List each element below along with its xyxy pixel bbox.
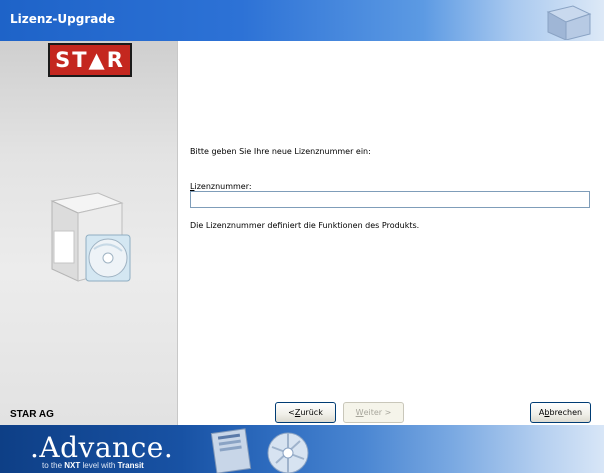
software-box-icon: [50, 192, 131, 282]
cancel-button[interactable]: Ab brechen: [530, 402, 591, 423]
banner-sub-transit: Transit: [117, 461, 144, 470]
description-text: Die Lizenznummer definiert die Funktione…: [190, 221, 420, 230]
license-number-label: Lizenznummer:: [190, 182, 252, 191]
back-button-label: urück: [300, 408, 323, 417]
back-button-prefix: <: [288, 408, 295, 417]
sidebar-panel: ST▲R STAR AG: [0, 41, 178, 425]
next-button[interactable]: Weiter >: [343, 402, 404, 423]
window-title: Lizenz-Upgrade: [10, 12, 116, 26]
title-bar: Lizenz-Upgrade: [0, 0, 604, 41]
license-label-text: izenznummer:: [194, 182, 252, 191]
next-button-accelerator: W: [355, 408, 364, 417]
package-icon: [546, 5, 592, 40]
company-name: STAR AG: [10, 409, 54, 420]
star-logo: ST▲R: [48, 43, 132, 77]
next-button-label: eiter >: [363, 408, 392, 417]
banner-sub-nxt: NXT: [64, 461, 81, 470]
content-panel: Bitte geben Sie Ihre neue Lizenznummer e…: [179, 41, 604, 425]
banner-headline: .Advance.: [30, 431, 174, 464]
instruction-text: Bitte geben Sie Ihre neue Lizenznummer e…: [190, 147, 371, 156]
banner-subtitle: to the NXT level with Transit: [42, 461, 144, 470]
advance-banner: .Advance. to the NXT level with Transit: [0, 425, 604, 473]
license-number-input[interactable]: [190, 191, 590, 208]
banner-sub-prefix: to the: [42, 461, 65, 470]
banner-sub-middle: level with: [80, 461, 118, 470]
banner-collage-image: [210, 428, 309, 473]
back-button[interactable]: < Zurück: [275, 402, 336, 423]
cancel-button-label: brechen: [549, 408, 583, 417]
